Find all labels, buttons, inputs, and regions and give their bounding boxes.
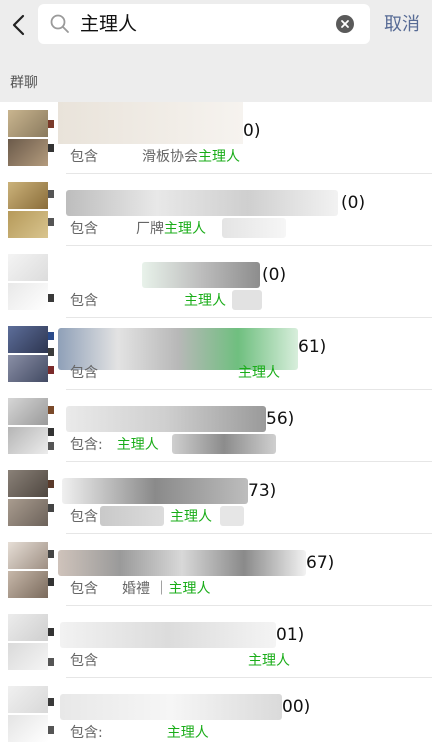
match-info: 包含 主理人 (70, 365, 280, 381)
group-name: 67) (306, 553, 335, 573)
redacted-area (62, 478, 248, 504)
results-list: 0) 包含 滑板协会主理人 (0) 包含 厂牌主理人 (0) 包含 主理人 61… (0, 102, 432, 752)
group-name: 00) (282, 697, 311, 717)
list-item[interactable]: 73) 包含 主理人 (0, 462, 432, 534)
list-item[interactable]: (0) 包含 厂牌主理人 (0, 174, 432, 246)
group-name: 73) (248, 481, 277, 501)
group-name: 0) (243, 121, 261, 141)
avatar (8, 614, 54, 670)
list-item[interactable]: (0) 包含 主理人 (0, 246, 432, 318)
avatar (8, 254, 54, 310)
match-info: 包含: 主理人 (70, 725, 209, 741)
close-icon (341, 20, 349, 28)
redacted-area (60, 694, 282, 720)
avatar (8, 182, 54, 238)
redacted-area (60, 622, 276, 648)
search-query[interactable]: 主理人 (80, 10, 137, 38)
list-item[interactable]: 00) 包含: 主理人 (0, 678, 432, 750)
group-name: 61) (298, 337, 327, 357)
list-item[interactable]: 61) 包含 主理人 (0, 318, 432, 390)
chevron-left-icon (12, 14, 25, 36)
list-item[interactable]: 67) 包含 婚禮 ｜主理人 (0, 534, 432, 606)
avatar (8, 470, 54, 526)
match-info: 包含 婚禮 ｜主理人 (70, 581, 211, 597)
redacted-area (66, 190, 338, 216)
redacted-area (142, 262, 260, 288)
group-name: 56) (266, 409, 295, 429)
avatar (8, 326, 54, 382)
search-bar: 主理人 取消 (0, 0, 432, 62)
section-header: 群聊 (0, 62, 432, 102)
avatar (8, 110, 54, 166)
list-item[interactable]: 0) 包含 滑板协会主理人 (0, 102, 432, 174)
match-info: 包含 主理人 (70, 293, 226, 309)
search-input[interactable]: 主理人 (38, 4, 370, 44)
list-item[interactable]: 01) 包含 主理人 (0, 606, 432, 678)
back-button[interactable] (6, 8, 34, 42)
redacted-area (58, 550, 306, 576)
cancel-button[interactable]: 取消 (384, 12, 420, 38)
match-info: 包含: 主理人 (70, 437, 159, 453)
match-info: 包含 主理人 (70, 653, 290, 669)
section-label: 群聊 (10, 75, 38, 91)
avatar (8, 542, 54, 598)
clear-button[interactable] (336, 15, 354, 33)
list-item[interactable]: 56) 包含: 主理人 (0, 390, 432, 462)
avatar (8, 398, 54, 454)
search-icon (50, 14, 69, 33)
group-name: (0) (341, 193, 366, 213)
redacted-area (58, 102, 243, 144)
avatar (8, 686, 54, 742)
group-name: 01) (276, 625, 305, 645)
match-info: 包含 厂牌主理人 (70, 221, 206, 237)
match-info: 包含 滑板协会主理人 (70, 149, 240, 165)
group-name: (0) (262, 265, 287, 285)
redacted-area (66, 406, 266, 432)
